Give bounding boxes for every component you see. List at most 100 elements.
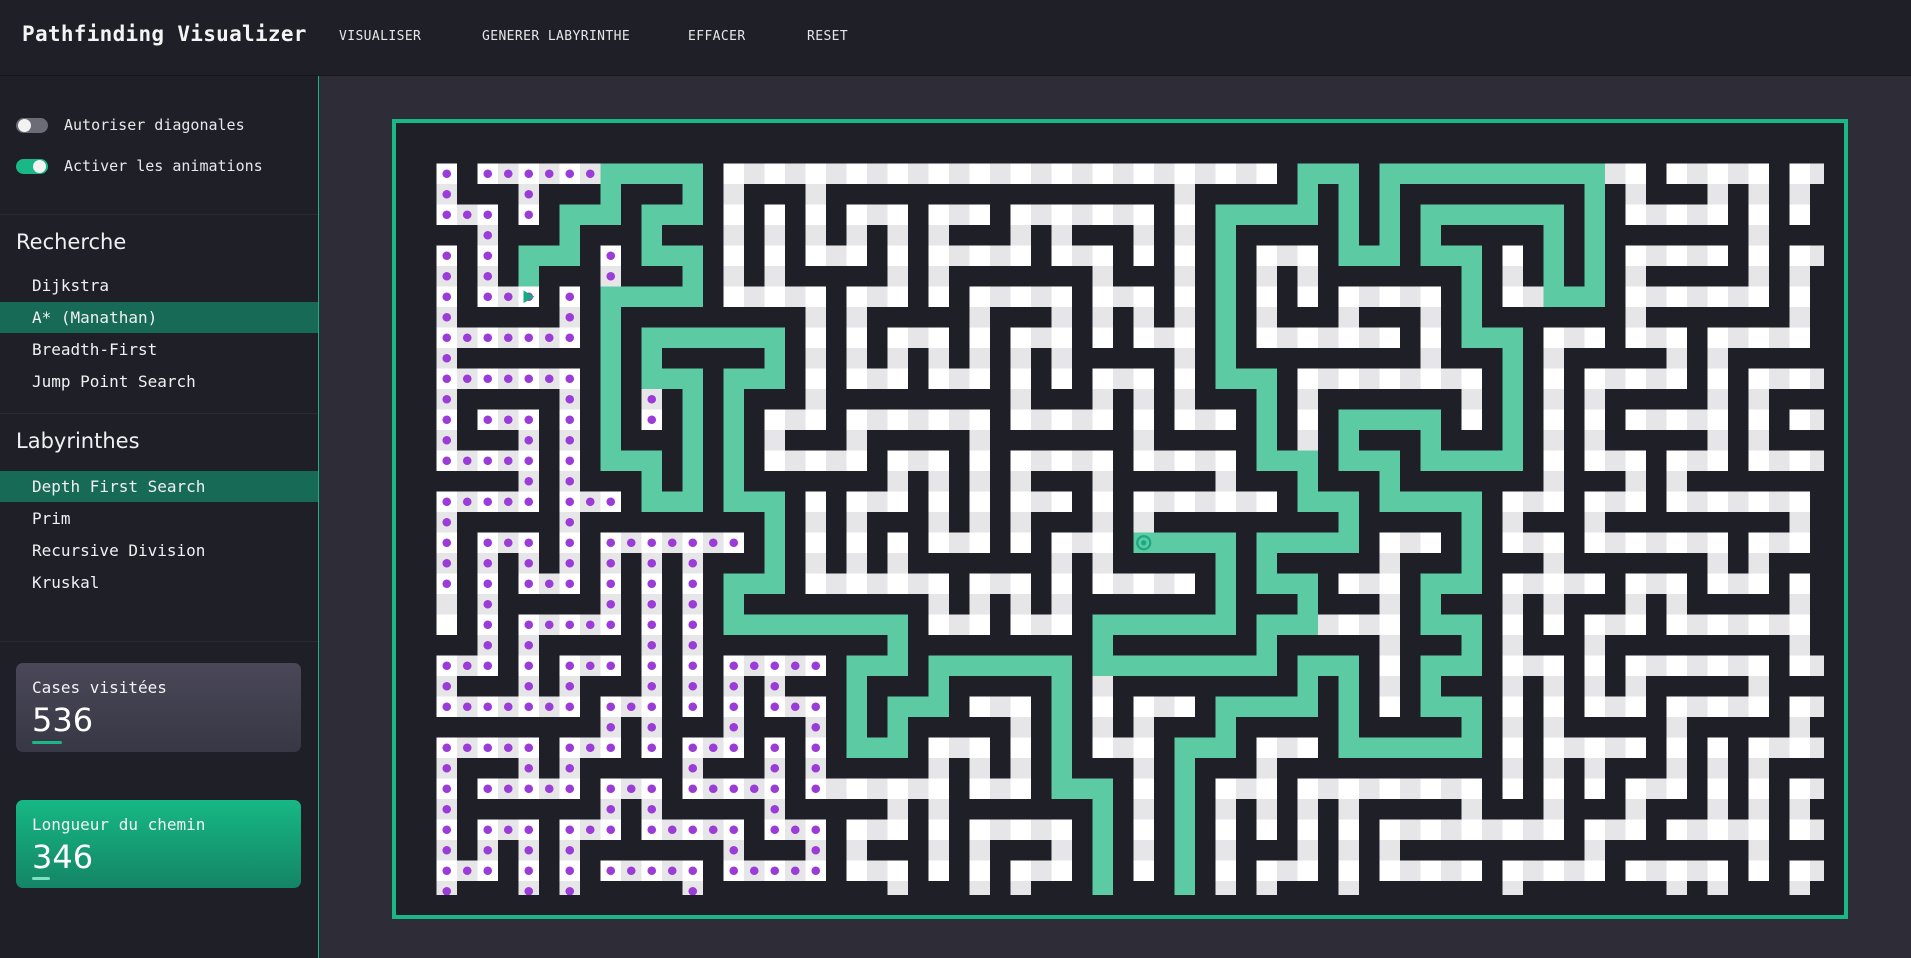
open-cell[interactable] (1789, 737, 1811, 759)
open-cell[interactable] (1543, 327, 1565, 349)
path-cell[interactable] (1461, 737, 1483, 759)
wall-cell[interactable] (1564, 471, 1586, 493)
wall-cell[interactable] (1359, 389, 1381, 411)
wall-cell[interactable] (1215, 430, 1237, 452)
path-cell[interactable] (1195, 737, 1217, 759)
open-cell[interactable] (1769, 737, 1791, 759)
wall-cell[interactable] (1605, 430, 1627, 452)
open-cell[interactable] (1092, 573, 1114, 595)
wall-cell[interactable] (641, 184, 663, 206)
wall-cell[interactable] (1318, 204, 1340, 226)
wall-cell[interactable] (1502, 143, 1524, 165)
open-cell[interactable] (1810, 368, 1824, 390)
wall-cell[interactable] (1379, 799, 1401, 821)
open-cell[interactable] (1543, 389, 1565, 411)
wall-cell[interactable] (1769, 573, 1791, 595)
open-cell[interactable] (785, 409, 807, 431)
wall-cell[interactable] (1605, 860, 1627, 882)
wall-cell[interactable] (559, 594, 581, 616)
open-cell[interactable] (1769, 614, 1791, 636)
path-cell[interactable] (1584, 163, 1606, 185)
path-cell[interactable] (928, 696, 950, 718)
open-cell[interactable] (969, 450, 991, 472)
wall-cell[interactable] (723, 143, 745, 165)
wall-cell[interactable] (1277, 799, 1299, 821)
wall-cell[interactable] (1564, 266, 1586, 288)
wall-cell[interactable] (1748, 348, 1770, 370)
wall-cell[interactable] (1502, 225, 1524, 247)
open-cell[interactable] (887, 163, 909, 185)
open-cell[interactable] (1174, 266, 1196, 288)
open-cell[interactable] (1748, 614, 1770, 636)
wall-cell[interactable] (1277, 594, 1299, 616)
wall-cell[interactable] (1072, 512, 1094, 534)
open-cell[interactable] (1133, 430, 1155, 452)
open-cell[interactable] (1605, 491, 1627, 513)
wall-cell[interactable] (1359, 676, 1381, 698)
open-cell[interactable] (887, 409, 909, 431)
wall-cell[interactable] (1072, 614, 1094, 636)
open-cell[interactable] (1625, 184, 1647, 206)
wall-cell[interactable] (580, 594, 602, 616)
path-cell[interactable] (1297, 204, 1319, 226)
path-cell[interactable] (744, 327, 766, 349)
open-cell[interactable] (1646, 860, 1668, 882)
visualize-button[interactable]: VISUALISER (339, 29, 421, 44)
wall-cell[interactable] (1687, 676, 1709, 698)
open-cell[interactable] (1687, 245, 1709, 267)
open-cell[interactable] (1707, 553, 1729, 575)
open-cell[interactable] (1584, 327, 1606, 349)
open-cell[interactable] (1789, 799, 1811, 821)
wall-cell[interactable] (1441, 143, 1463, 165)
open-cell[interactable] (1625, 594, 1647, 616)
open-cell[interactable] (928, 327, 950, 349)
open-cell[interactable] (1400, 778, 1422, 800)
open-cell[interactable] (805, 532, 827, 554)
open-cell[interactable] (1379, 778, 1401, 800)
maze-item-recursive-division[interactable]: Recursive Division (0, 535, 318, 566)
wall-cell[interactable] (1010, 266, 1032, 288)
path-cell[interactable] (1256, 389, 1278, 411)
wall-cell[interactable] (1236, 635, 1258, 657)
path-cell[interactable] (1400, 163, 1422, 185)
open-cell[interactable] (1687, 409, 1709, 431)
open-cell[interactable] (1092, 717, 1114, 739)
wall-cell[interactable] (621, 614, 643, 636)
wall-cell[interactable] (990, 327, 1012, 349)
wall-cell[interactable] (436, 143, 458, 165)
open-cell[interactable] (1277, 737, 1299, 759)
open-cell[interactable] (1092, 696, 1114, 718)
path-cell[interactable] (1174, 758, 1196, 780)
wall-cell[interactable] (1605, 184, 1627, 206)
open-cell[interactable] (1461, 778, 1483, 800)
wall-cell[interactable] (1359, 594, 1381, 616)
wall-cell[interactable] (1277, 717, 1299, 739)
path-cell[interactable] (744, 491, 766, 513)
path-cell[interactable] (1338, 163, 1360, 185)
path-cell[interactable] (1420, 225, 1442, 247)
wall-cell[interactable] (1482, 655, 1504, 677)
wall-cell[interactable] (1338, 348, 1360, 370)
wall-cell[interactable] (1564, 799, 1586, 821)
diagonals-option[interactable]: Autoriser diagonales (16, 115, 245, 135)
path-cell[interactable] (1092, 840, 1114, 862)
wall-cell[interactable] (1400, 696, 1422, 718)
wall-cell[interactable] (600, 881, 622, 895)
path-cell[interactable] (1564, 286, 1586, 308)
path-cell[interactable] (1359, 450, 1381, 472)
path-cell[interactable] (1215, 266, 1237, 288)
wall-cell[interactable] (580, 553, 602, 575)
wall-cell[interactable] (990, 143, 1012, 165)
wall-cell[interactable] (1174, 635, 1196, 657)
wall-cell[interactable] (1420, 471, 1442, 493)
open-cell[interactable] (1666, 163, 1688, 185)
open-cell[interactable] (1031, 163, 1053, 185)
wall-cell[interactable] (1482, 840, 1504, 862)
open-cell[interactable] (1010, 819, 1032, 841)
wall-cell[interactable] (1482, 614, 1504, 636)
wall-cell[interactable] (1605, 553, 1627, 575)
path-cell[interactable] (1441, 614, 1463, 636)
wall-cell[interactable] (1523, 594, 1545, 616)
path-cell[interactable] (1256, 614, 1278, 636)
wall-cell[interactable] (949, 573, 971, 595)
